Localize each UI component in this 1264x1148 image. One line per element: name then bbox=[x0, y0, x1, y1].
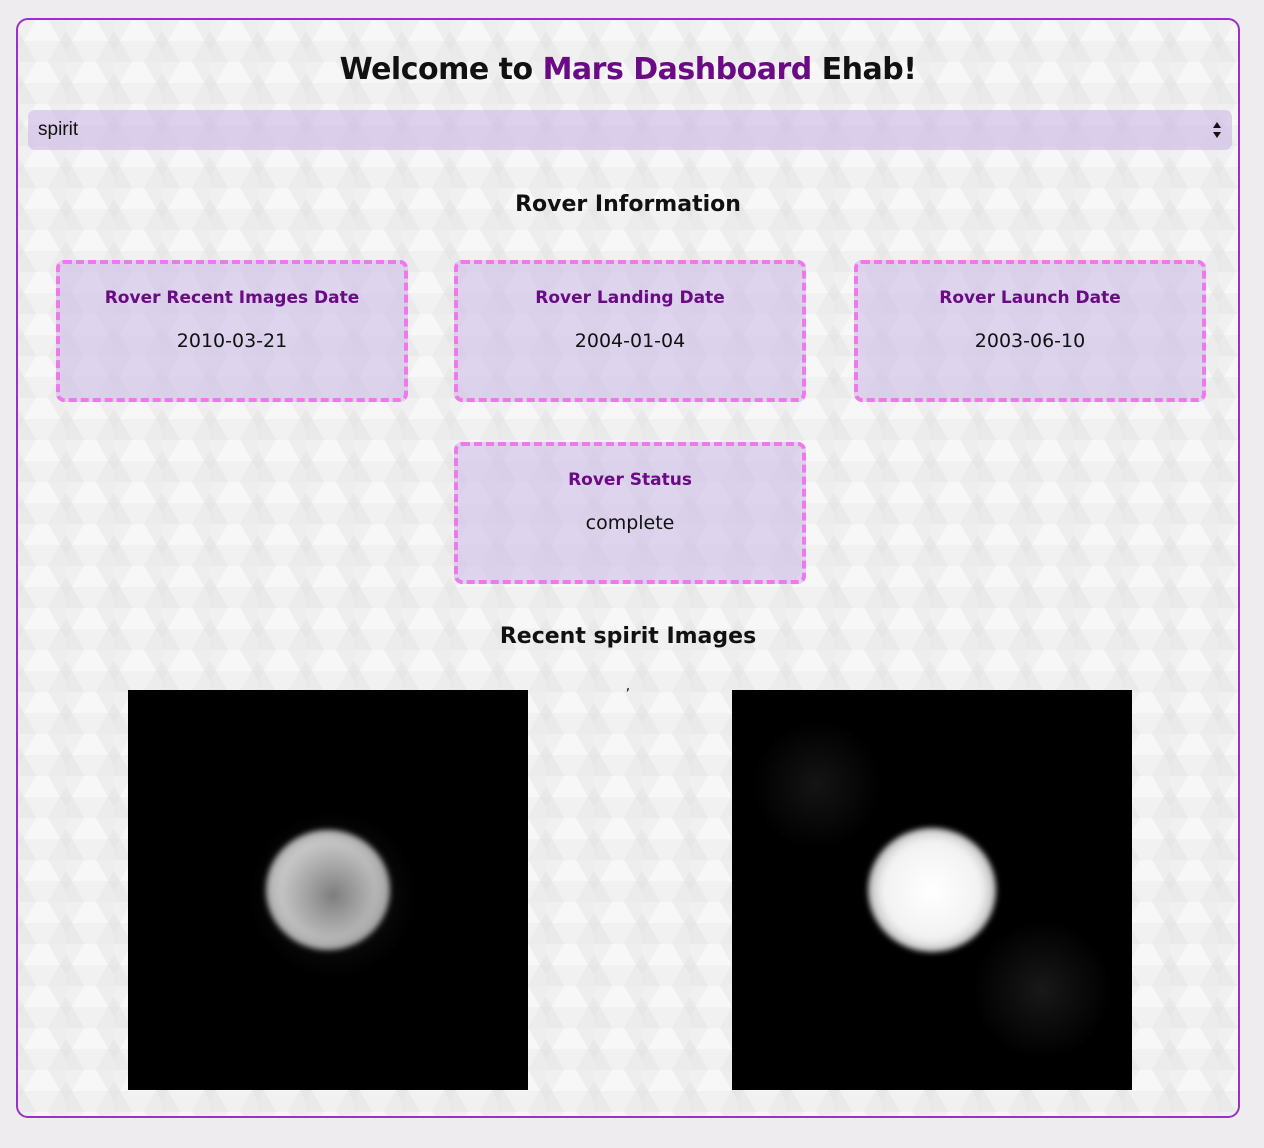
card-label: Rover Launch Date bbox=[939, 288, 1121, 308]
card-label: Rover Recent Images Date bbox=[104, 288, 360, 308]
card-value: complete bbox=[585, 512, 675, 534]
title-prefix: Welcome to bbox=[339, 52, 543, 87]
page-title: Welcome to Mars Dashboard Ehab! bbox=[18, 52, 1238, 87]
card-label: Rover Status bbox=[568, 470, 692, 490]
landing-date-card: Rover Landing Date 2004-01-04 bbox=[454, 260, 806, 402]
dashboard-frame: Welcome to Mars Dashboard Ehab! spirit R… bbox=[16, 18, 1240, 1118]
rover-image-2 bbox=[732, 690, 1132, 1090]
status-card: Rover Status complete bbox=[454, 442, 806, 584]
rover-select[interactable]: spirit bbox=[28, 110, 1232, 150]
launch-date-card: Rover Launch Date 2003-06-10 bbox=[854, 260, 1206, 402]
title-suffix: Ehab! bbox=[811, 52, 917, 87]
recent-images-heading: Recent spirit Images bbox=[499, 624, 757, 649]
image-blob bbox=[752, 720, 882, 850]
rover-select-value: spirit bbox=[38, 119, 79, 140]
rover-info-heading: Rover Information bbox=[515, 192, 741, 217]
title-accent: Mars Dashboard bbox=[542, 52, 813, 87]
recent-images-date-card: Rover Recent Images Date 2010-03-21 bbox=[56, 260, 408, 402]
image-blob bbox=[868, 828, 996, 952]
rover-image-1 bbox=[128, 690, 528, 1090]
card-value: 2010-03-21 bbox=[176, 330, 288, 352]
card-label: Rover Landing Date bbox=[535, 288, 725, 308]
image-blob bbox=[972, 920, 1112, 1060]
image-blob bbox=[248, 810, 418, 980]
card-value: 2004-01-04 bbox=[574, 330, 686, 352]
select-arrows-icon bbox=[1212, 120, 1222, 140]
card-value: 2003-06-10 bbox=[974, 330, 1086, 352]
